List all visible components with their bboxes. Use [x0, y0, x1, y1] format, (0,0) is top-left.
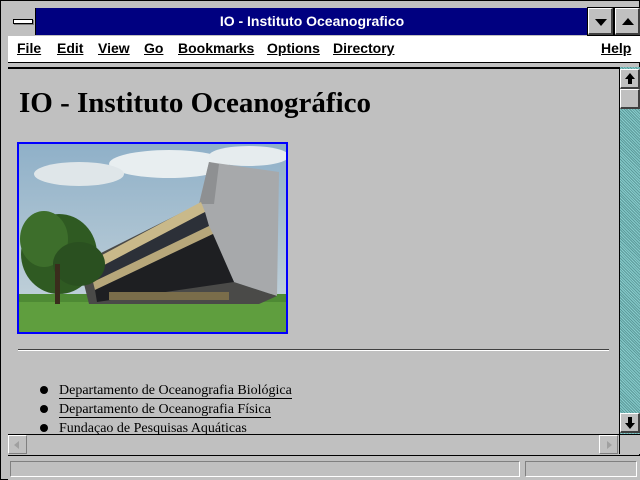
menu-help-label: Help — [601, 40, 632, 56]
menu-bar: File Edit View Go Bookmarks Options Dire… — [8, 36, 640, 63]
menu-edit-label: Edit — [57, 40, 84, 56]
menu-options-label: Options — [267, 40, 320, 56]
building-photo-image — [19, 144, 286, 332]
horizontal-rule — [18, 349, 609, 351]
link-oceanografia-fisica[interactable]: Departamento de Oceanografia Física — [59, 402, 271, 418]
system-menu-bar-icon — [13, 19, 33, 24]
scroll-right-button[interactable] — [599, 435, 618, 454]
menu-go[interactable]: Go — [144, 40, 163, 56]
progress-indicator — [525, 461, 637, 477]
status-text-field — [10, 461, 520, 477]
arrow-right-icon — [607, 441, 612, 449]
page-content: IO - Instituto Oceanográfico Departament… — [8, 67, 619, 436]
title-bar[interactable]: IO - Instituto Oceanografico — [8, 7, 640, 36]
browser-window: IO - Instituto Oceanografico File Edit V… — [0, 0, 640, 480]
bullet-icon — [40, 405, 48, 413]
menu-directory[interactable]: Directory — [333, 40, 394, 56]
menu-bookmarks-label: Bookmarks — [178, 40, 255, 56]
triangle-up-icon — [622, 18, 634, 25]
link-list: Departamento de Oceanografia Biológica D… — [8, 381, 292, 436]
scroll-down-button[interactable] — [620, 413, 640, 433]
scrollbar-corner — [619, 434, 640, 454]
scroll-left-button[interactable] — [8, 435, 27, 454]
bullet-icon — [40, 424, 48, 432]
arrow-left-icon — [14, 441, 19, 449]
maximize-button[interactable] — [614, 7, 640, 36]
menu-go-label: Go — [144, 40, 164, 56]
menu-directory-label: Directory — [333, 40, 395, 56]
list-item: Departamento de Oceanografia Biológica — [8, 381, 292, 400]
system-menu-button[interactable] — [8, 8, 36, 35]
minimize-button[interactable] — [587, 7, 614, 36]
page-heading: IO - Instituto Oceanográfico — [19, 87, 371, 119]
menu-file[interactable]: File — [17, 40, 41, 56]
menu-options[interactable]: Options — [267, 40, 320, 56]
vertical-scrollbar[interactable] — [619, 67, 640, 434]
status-bar — [8, 455, 640, 480]
menu-view[interactable]: View — [98, 40, 130, 56]
list-item: Departamento de Oceanografia Física — [8, 400, 292, 419]
building-photo[interactable] — [17, 142, 288, 334]
menu-edit[interactable]: Edit — [57, 40, 83, 56]
scroll-up-button[interactable] — [620, 69, 640, 89]
horizontal-scrollbar[interactable] — [8, 434, 619, 454]
bullet-icon — [40, 386, 48, 394]
menu-view-label: View — [98, 40, 130, 56]
arrow-up-stem — [628, 79, 632, 84]
menu-file-label: File — [17, 40, 42, 56]
arrow-down-icon — [625, 423, 635, 429]
menu-bookmarks[interactable]: Bookmarks — [178, 40, 254, 56]
window-title: IO - Instituto Oceanografico — [219, 13, 405, 29]
triangle-down-icon — [595, 19, 607, 26]
menu-help[interactable]: Help — [601, 40, 631, 56]
vertical-scroll-thumb[interactable] — [620, 89, 640, 109]
link-oceanografia-biologica[interactable]: Departamento de Oceanografia Biológica — [59, 383, 292, 399]
